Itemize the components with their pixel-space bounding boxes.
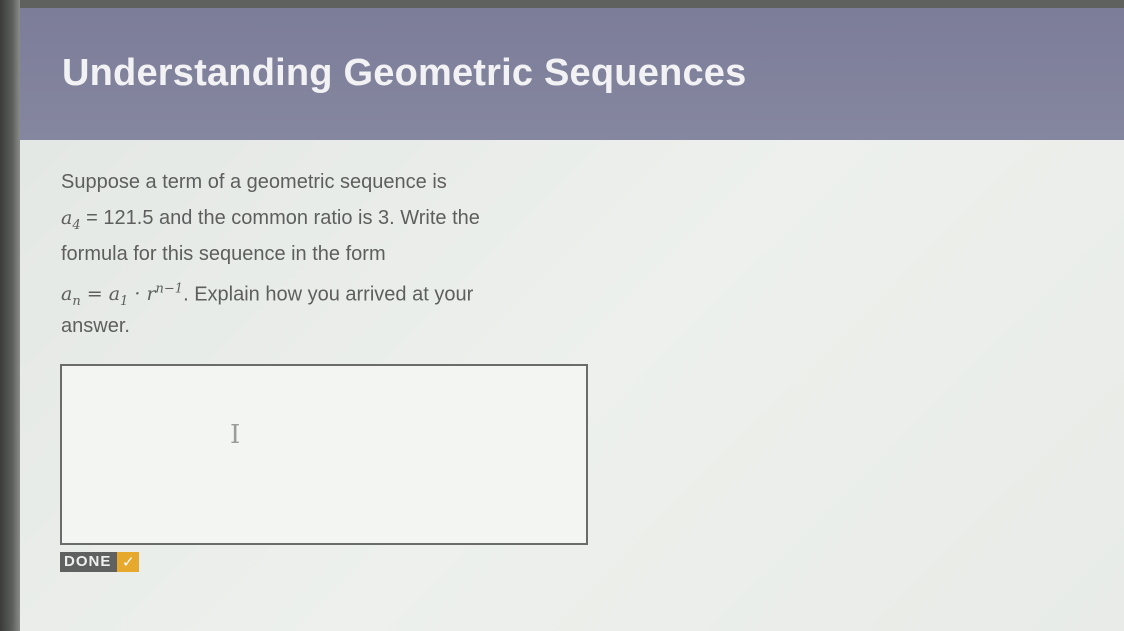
question-line-2: a4 = 121.5 and the common ratio is 3. Wr… xyxy=(61,200,581,236)
question-line-3: formula for this sequence in the form xyxy=(61,243,386,265)
question-prompt: Suppose a term of a geometric sequence i… xyxy=(61,164,581,344)
header-bar: Understanding Geometric Sequences xyxy=(20,8,1124,140)
question-line-4: an = a1 · rn−1. Explain how you arrived … xyxy=(61,272,581,310)
question-panel: Suppose a term of a geometric sequence i… xyxy=(20,140,1124,631)
question-line-5: answer. xyxy=(61,315,130,337)
term-a4-value: = 121.5 xyxy=(80,207,154,229)
screen-bezel-left xyxy=(0,0,20,631)
screen-bezel-top xyxy=(0,0,1124,8)
question-line-2-rest: and the common ratio is 3. Write the xyxy=(153,207,480,229)
done-button-label: DONE xyxy=(60,552,118,572)
done-button[interactable]: DONE ✓ xyxy=(60,552,140,572)
page-title: Understanding Geometric Sequences xyxy=(62,52,747,94)
check-icon: ✓ xyxy=(117,552,140,572)
formula: an = a1 · rn−1 xyxy=(61,282,184,310)
term-a4: a4 xyxy=(61,207,81,233)
question-line-1: Suppose a term of a geometric sequence i… xyxy=(61,171,447,193)
text-cursor-icon: I xyxy=(230,420,241,450)
answer-textbox[interactable] xyxy=(60,364,588,545)
question-line-4-rest: . Explain how you arrived at your xyxy=(183,283,474,306)
